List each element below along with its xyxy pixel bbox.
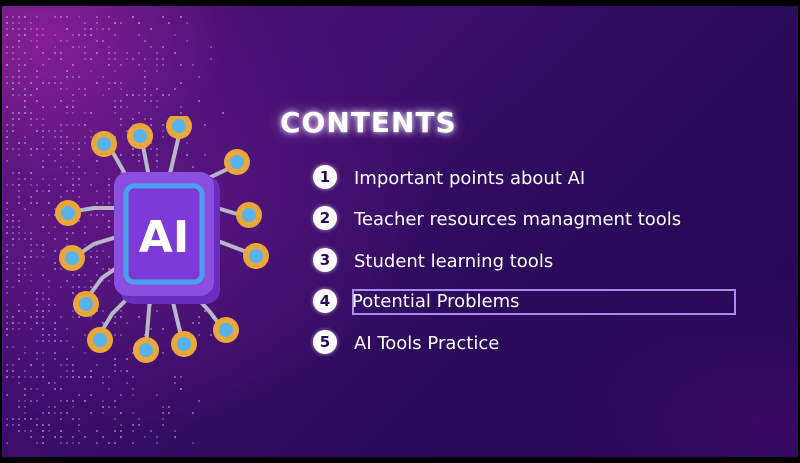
numbered-circle-icon: 4 xyxy=(313,289,337,313)
numbered-circle-icon: 1 xyxy=(313,165,337,189)
chip-label: AI xyxy=(139,212,189,263)
slide-canvas: CONTENTS AI 1 Important points about AI … xyxy=(2,6,798,457)
numbered-circle-icon: 5 xyxy=(313,330,337,354)
list-item-label: Teacher resources managment tools xyxy=(354,209,682,230)
list-item-label: Important points about AI xyxy=(354,168,586,189)
list-item[interactable]: 2 Teacher resources managment tools xyxy=(312,203,742,235)
list-item[interactable]: 3 Student learning tools xyxy=(312,245,742,277)
slide-frame: CONTENTS AI 1 Important points about AI … xyxy=(0,0,800,463)
list-item-selected[interactable]: 4 Potential Problems xyxy=(312,286,742,318)
list-item[interactable]: 5 AI Tools Practice xyxy=(312,327,742,359)
numbered-circle-icon: 2 xyxy=(313,206,337,230)
numbered-circle-icon: 3 xyxy=(313,248,337,272)
list-item-label: Student learning tools xyxy=(354,251,554,272)
list-item[interactable]: 1 Important points about AI xyxy=(312,162,742,194)
list-item-label: AI Tools Practice xyxy=(354,333,500,354)
ai-chip-icon: AI xyxy=(55,116,269,363)
slide-title: CONTENTS xyxy=(280,106,457,139)
list-item-label[interactable]: Potential Problems xyxy=(352,291,520,312)
